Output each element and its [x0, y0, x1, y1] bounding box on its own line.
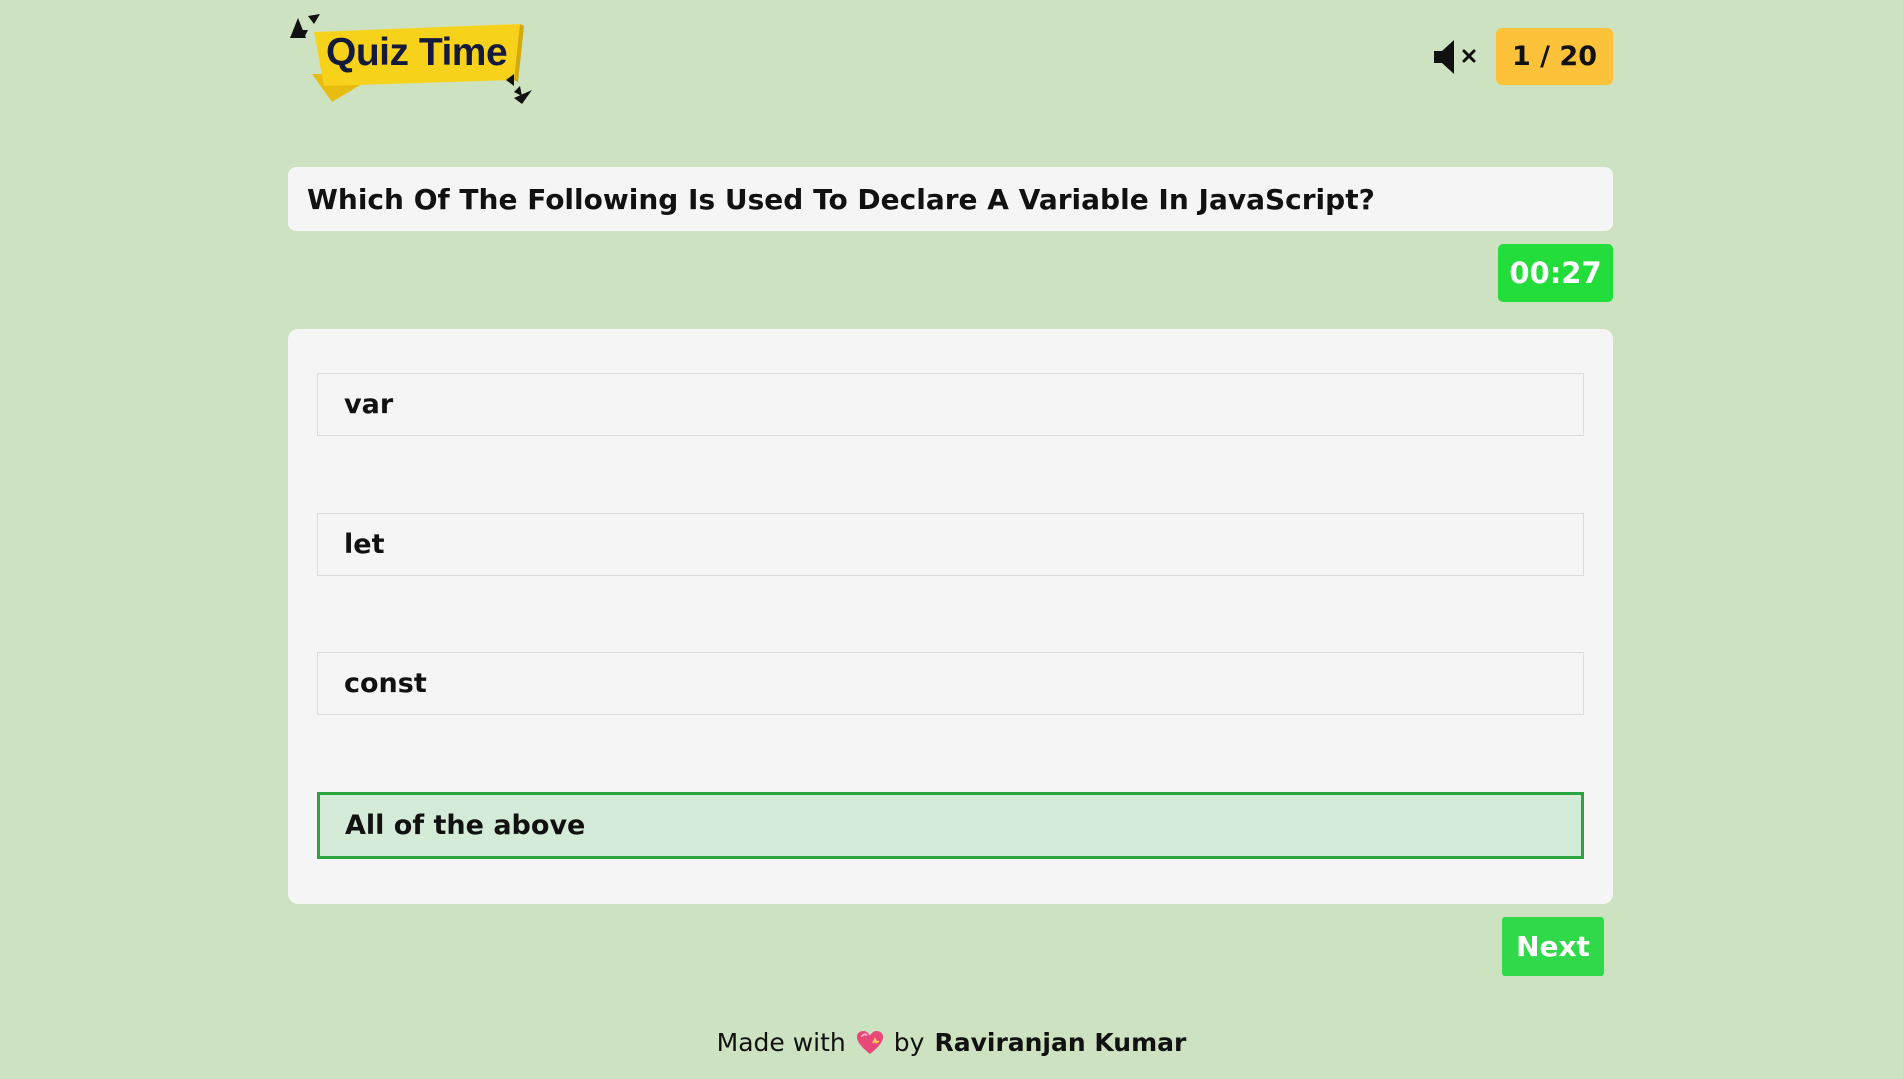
footer-made-with: Made with [716, 1028, 846, 1057]
footer: Made with by Raviranjan Kumar [0, 1028, 1903, 1057]
heart-icon [856, 1030, 884, 1056]
option-label: let [344, 529, 385, 560]
mute-button[interactable] [1432, 38, 1480, 76]
option-var[interactable]: var [317, 373, 1584, 436]
option-label: All of the above [345, 810, 586, 841]
footer-author: Raviranjan Kumar [934, 1028, 1187, 1057]
logo-text: Quiz Time [326, 31, 508, 74]
countdown-timer: 00:27 [1498, 244, 1613, 302]
question-card: Which Of The Following Is Used To Declar… [288, 167, 1613, 231]
speaker-muted-icon [1434, 40, 1476, 74]
options-card: var let const All of the above [288, 329, 1613, 904]
option-label: const [344, 668, 427, 699]
question-text: Which Of The Following Is Used To Declar… [307, 182, 1375, 216]
quiz-time-logo: Quiz Time [288, 4, 536, 106]
question-counter: 1 / 20 [1496, 28, 1613, 85]
option-let[interactable]: let [317, 513, 1584, 576]
next-button[interactable]: Next [1502, 917, 1604, 976]
option-const[interactable]: const [317, 652, 1584, 715]
option-label: var [344, 389, 394, 420]
footer-by: by [893, 1028, 925, 1057]
option-all-of-the-above[interactable]: All of the above [317, 792, 1584, 859]
